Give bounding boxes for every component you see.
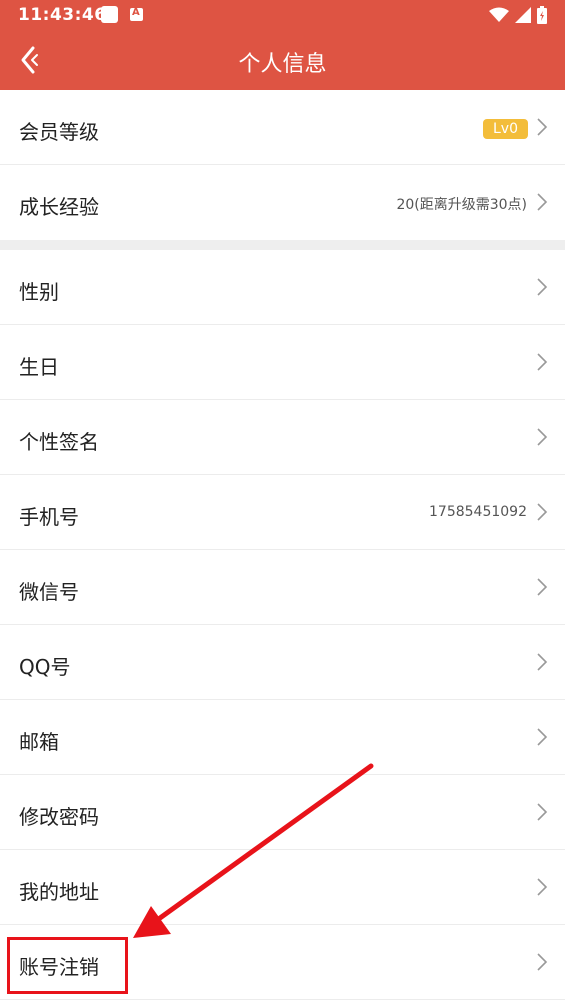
row-phone[interactable]: 手机号 17585451092 (0, 475, 565, 550)
signal-icon (515, 7, 531, 23)
chevron-right-icon (537, 278, 548, 296)
row-cancel-account[interactable]: 账号注销 (0, 925, 565, 1000)
chevron-right-icon (537, 653, 548, 671)
row-birthday[interactable]: 生日 (0, 325, 565, 400)
row-label: 生日 (19, 355, 59, 379)
level-badge: Lv0 (483, 119, 528, 139)
row-gender[interactable]: 性别 (0, 250, 565, 325)
chevron-right-icon (537, 428, 548, 446)
row-label: 手机号 (19, 505, 79, 529)
row-wechat[interactable]: 微信号 (0, 550, 565, 625)
row-signature[interactable]: 个性签名 (0, 400, 565, 475)
row-label: QQ号 (19, 655, 71, 679)
chevron-right-icon (537, 878, 548, 896)
wifi-icon (489, 7, 509, 22)
row-label: 性别 (19, 280, 59, 304)
chevron-right-icon (537, 118, 548, 136)
app-screen: 11:43:46 个人信息 会员等级 (0, 0, 565, 1004)
growth-exp-value: 20(距离升级需30点) (396, 197, 527, 213)
profile-list: 会员等级 Lv0 成长经验 20(距离升级需30点) 性别 生日 个性签名 手机… (0, 90, 565, 1000)
row-label: 我的地址 (19, 880, 99, 904)
row-qq[interactable]: QQ号 (0, 625, 565, 700)
status-bar: 11:43:46 (0, 0, 565, 30)
row-label: 邮箱 (19, 730, 59, 754)
status-indicators (489, 5, 547, 25)
app-notification-icon (101, 6, 118, 23)
row-change-password[interactable]: 修改密码 (0, 775, 565, 850)
battery-icon (537, 6, 547, 24)
row-label: 微信号 (19, 580, 79, 604)
row-address[interactable]: 我的地址 (0, 850, 565, 925)
chevron-right-icon (537, 503, 548, 521)
row-member-level[interactable]: 会员等级 Lv0 (0, 90, 565, 165)
page-title: 个人信息 (238, 52, 327, 77)
row-label: 成长经验 (19, 195, 99, 219)
chevron-right-icon (537, 193, 548, 211)
nav-bar: 个人信息 (0, 30, 565, 90)
app-a-icon (130, 7, 143, 21)
section-divider (0, 240, 565, 250)
phone-value: 17585451092 (429, 504, 527, 520)
row-label: 会员等级 (19, 120, 99, 144)
status-time: 11:43:46 (18, 5, 107, 25)
row-growth-exp[interactable]: 成长经验 20(距离升级需30点) (0, 165, 565, 240)
chevron-right-icon (537, 803, 548, 821)
chevron-right-icon (537, 728, 548, 746)
chevron-right-icon (537, 353, 548, 371)
row-label: 账号注销 (19, 955, 99, 979)
chevron-right-icon (537, 953, 548, 971)
row-email[interactable]: 邮箱 (0, 700, 565, 775)
chevron-right-icon (537, 578, 548, 596)
row-label: 个性签名 (19, 430, 99, 454)
row-label: 修改密码 (19, 805, 99, 829)
